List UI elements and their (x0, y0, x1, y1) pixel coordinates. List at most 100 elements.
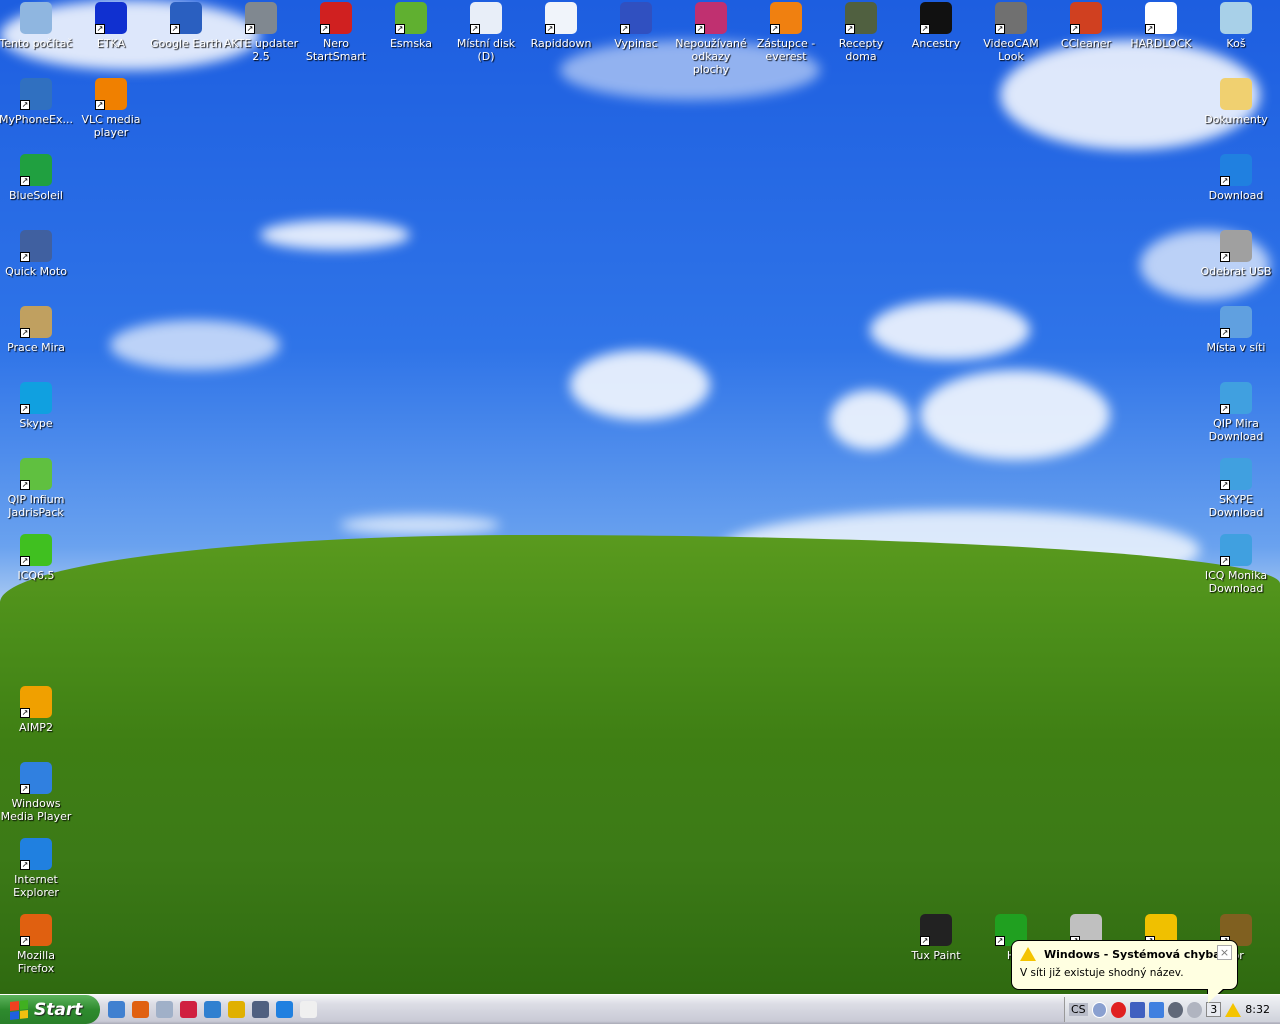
desktop-icon-label: QIP Infium JadrisPack (7, 493, 65, 519)
shortcut-arrow-icon: ↗ (1220, 252, 1230, 262)
desktop-icon[interactable]: ↗ Ancestry (898, 2, 974, 50)
desktop-icon[interactable]: ↗ Internet Explorer (0, 838, 74, 899)
desktop-icon[interactable]: ↗ AKTE updater 2.5 (223, 2, 299, 63)
globe-icon: ↗ (1220, 534, 1252, 566)
show-desktop-icon[interactable] (108, 1001, 125, 1018)
desktop-icon[interactable]: ↗ CCleaner (1048, 2, 1124, 50)
desktop-icon[interactable]: ↗ BlueSoleil (0, 154, 74, 202)
desktop-icon-label: Nepoužívané odkazy plochy (675, 37, 747, 76)
firefox-icon[interactable] (132, 1001, 149, 1018)
desktop-icon[interactable]: ↗ Nero StartSmart (298, 2, 374, 63)
desktop-icon-label: Místa v síti (1206, 341, 1266, 354)
start-label: Start (34, 999, 83, 1020)
error-balloon-notification[interactable]: Windows - Systémová chyba × V síti již e… (1011, 940, 1238, 1005)
desktop-icon-label: Skype (19, 417, 53, 430)
desktop-icon[interactable]: ↗ QIP Infium JadrisPack (0, 458, 74, 519)
network-places-icon: ↗ (1220, 306, 1252, 338)
clock[interactable]: 8:32 (1245, 1003, 1280, 1016)
desktop-icon[interactable]: ↗ QIP Mira Download (1198, 382, 1274, 443)
desktop-icon[interactable]: ↗ MyPhoneEx... (0, 78, 74, 126)
shortcut-arrow-icon: ↗ (395, 24, 405, 34)
calculator-icon[interactable] (156, 1001, 173, 1018)
desktop-icon[interactable]: ↗ Vypinac (598, 2, 674, 50)
start-button[interactable]: Start (0, 995, 100, 1024)
desktop-icon[interactable]: ↗ Nepoužívané odkazy plochy (673, 2, 749, 76)
shortcut-arrow-icon: ↗ (545, 24, 555, 34)
sync-icon[interactable] (204, 1001, 221, 1018)
network-icon[interactable] (1149, 1001, 1165, 1018)
shortcut-arrow-icon: ↗ (470, 24, 480, 34)
skype-icon: ↗ (20, 382, 52, 414)
shortcut-arrow-icon: ↗ (20, 936, 30, 946)
etka-icon: ↗ (95, 2, 127, 34)
desktop-icon[interactable]: ↗ AIMP2 (0, 686, 74, 734)
desktop-icon[interactable]: ↗ Mozilla Firefox (0, 914, 74, 975)
desktop-icon[interactable]: ↗ SKYPE Download (1198, 458, 1274, 519)
screen: Tento počítač ↗ ETKA ↗ Google Earth ↗ AKTE upd… (0, 0, 1280, 1024)
desktop-icon[interactable]: ↗ Google Earth (148, 2, 224, 50)
desktop-icon[interactable]: ↗ ICQ Monika Download (1198, 534, 1274, 595)
language-indicator[interactable]: CS (1069, 1003, 1088, 1016)
sync-tray-icon[interactable] (1187, 1001, 1203, 1018)
desktop-icon[interactable]: ↗ Esmska (373, 2, 449, 50)
desktop-icon[interactable]: Koš (1198, 2, 1274, 50)
thunderbird-icon[interactable] (252, 1001, 269, 1018)
camera-icon: ↗ (995, 2, 1027, 34)
desktop-icon-label: HARDLOCK (1130, 37, 1192, 50)
shortcut-arrow-icon: ↗ (245, 24, 255, 34)
shortcut-arrow-icon: ↗ (20, 708, 30, 718)
desktop-icon[interactable]: ↗ Skype (0, 382, 74, 430)
volume-icon[interactable] (1168, 1001, 1184, 1018)
desktop-icon[interactable]: Tento počítač (0, 2, 74, 50)
desktop-icon[interactable]: ↗ Odebrat USB (1198, 230, 1274, 278)
desktop-icon[interactable]: ↗ Místní disk (D) (448, 2, 524, 63)
shortcut-arrow-icon: ↗ (995, 936, 1005, 946)
lexcom-icon: ↗ (1145, 2, 1177, 34)
desktop-icon[interactable]: ↗ VLC media player (73, 78, 149, 139)
desktop-icon[interactable]: ↗ Quick Moto (0, 230, 74, 278)
shortcut-arrow-icon: ↗ (695, 24, 705, 34)
desktop-icon[interactable]: ↗ ETKA (73, 2, 149, 50)
chain-icon[interactable] (228, 1001, 245, 1018)
desktop-icon-label: Nero StartSmart (305, 37, 367, 63)
desktop-icon[interactable]: ↗ HARDLOCK (1123, 2, 1199, 50)
desktop-icon[interactable]: ↗ Download (1198, 154, 1274, 202)
shortcut-arrow-icon: ↗ (20, 784, 30, 794)
desktop-icon-label: Internet Explorer (13, 873, 59, 899)
network-disconnected-icon[interactable] (1129, 1001, 1146, 1018)
shortcut-arrow-icon: ↗ (20, 556, 30, 566)
shortcut-arrow-icon: ↗ (95, 100, 105, 110)
desktop-icon-label: BlueSoleil (9, 189, 63, 202)
desktop-icon[interactable]: ↗ Tux Paint (898, 914, 974, 962)
folder-icon (1220, 78, 1252, 110)
desktop-icon[interactable]: ↗ Rapiddown (523, 2, 599, 50)
antivirus-tray-icon[interactable] (1110, 1001, 1126, 1018)
desktop-icon-label: Vypinac (614, 37, 658, 50)
desktop-icon[interactable]: ↗ Zástupce - everest (748, 2, 824, 63)
desktop-icon[interactable]: Dokumenty (1198, 78, 1274, 126)
desktop-icon[interactable]: ↗ Prace Mira (0, 306, 74, 354)
flag-app-icon[interactable] (180, 1001, 197, 1018)
show-hidden-icons-button[interactable] (1091, 1001, 1107, 1018)
shortcut-arrow-icon: ↗ (620, 24, 630, 34)
shortcut-arrow-icon: ↗ (20, 252, 30, 262)
desktop-icon-label: AIMP2 (19, 721, 53, 734)
warning-tray-icon[interactable] (1225, 1002, 1242, 1017)
desktop-icon[interactable]: ↗ Místa v síti (1198, 306, 1274, 354)
shortcut-arrow-icon: ↗ (20, 860, 30, 870)
desktop-icon[interactable]: ↗ ICQ6.5 (0, 534, 74, 582)
qip-icon: ↗ (20, 458, 52, 490)
desktop-icon-label: Ancestry (911, 37, 961, 50)
desktop-icon-label: ICQ6.5 (17, 569, 55, 582)
desktop-icon[interactable]: ↗ Recepty doma (823, 2, 899, 63)
shortcut-arrow-icon: ↗ (20, 328, 30, 338)
tray-counter[interactable]: 3 (1206, 1002, 1222, 1017)
desktop-icon[interactable]: ↗ Windows Media Player (0, 762, 74, 823)
balloon-close-button[interactable]: × (1217, 945, 1232, 960)
desktop-icon[interactable]: ↗ VideoCAM Look (973, 2, 1049, 63)
esmska-icon: ↗ (395, 2, 427, 34)
drive-icon: ↗ (470, 2, 502, 34)
desktop-icon-label: Místní disk (D) (456, 37, 516, 63)
ie-icon[interactable] (276, 1001, 293, 1018)
document-icon[interactable] (300, 1001, 317, 1018)
